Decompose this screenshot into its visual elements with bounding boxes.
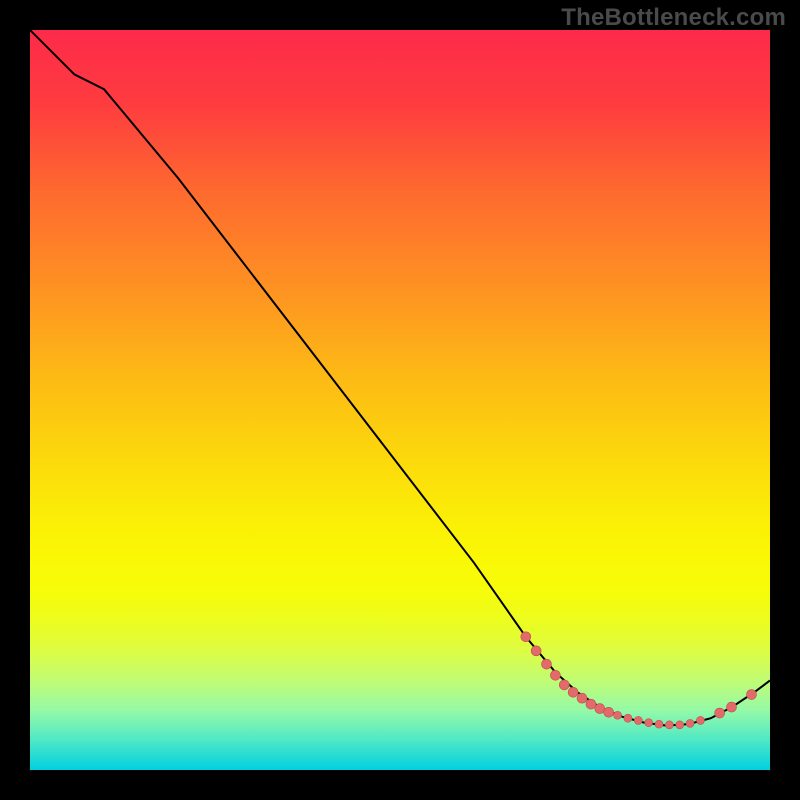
watermark-text: TheBottleneck.com xyxy=(561,4,786,32)
curve-marker xyxy=(521,632,531,642)
curve-marker xyxy=(531,646,541,656)
curve-marker xyxy=(624,714,632,722)
curve-marker xyxy=(696,716,704,724)
curve-marker xyxy=(614,711,622,719)
curve-marker xyxy=(634,716,642,724)
curve-marker xyxy=(727,702,737,712)
plot-area xyxy=(30,30,770,770)
curve-marker xyxy=(645,719,653,727)
curve-marker xyxy=(559,680,569,690)
chart-frame: TheBottleneck.com xyxy=(0,0,800,800)
gradient-background xyxy=(30,30,770,770)
curve-marker xyxy=(686,719,694,727)
chart-svg xyxy=(30,30,770,770)
curve-marker xyxy=(747,690,757,700)
curve-marker xyxy=(550,670,560,680)
curve-marker xyxy=(665,721,673,729)
curve-marker xyxy=(655,720,663,728)
curve-marker xyxy=(676,721,684,729)
curve-marker xyxy=(715,708,725,718)
curve-marker xyxy=(586,699,596,709)
curve-marker xyxy=(604,707,614,717)
curve-marker xyxy=(542,659,552,669)
curve-marker xyxy=(595,704,605,714)
curve-marker xyxy=(568,687,578,697)
curve-marker xyxy=(577,693,587,703)
